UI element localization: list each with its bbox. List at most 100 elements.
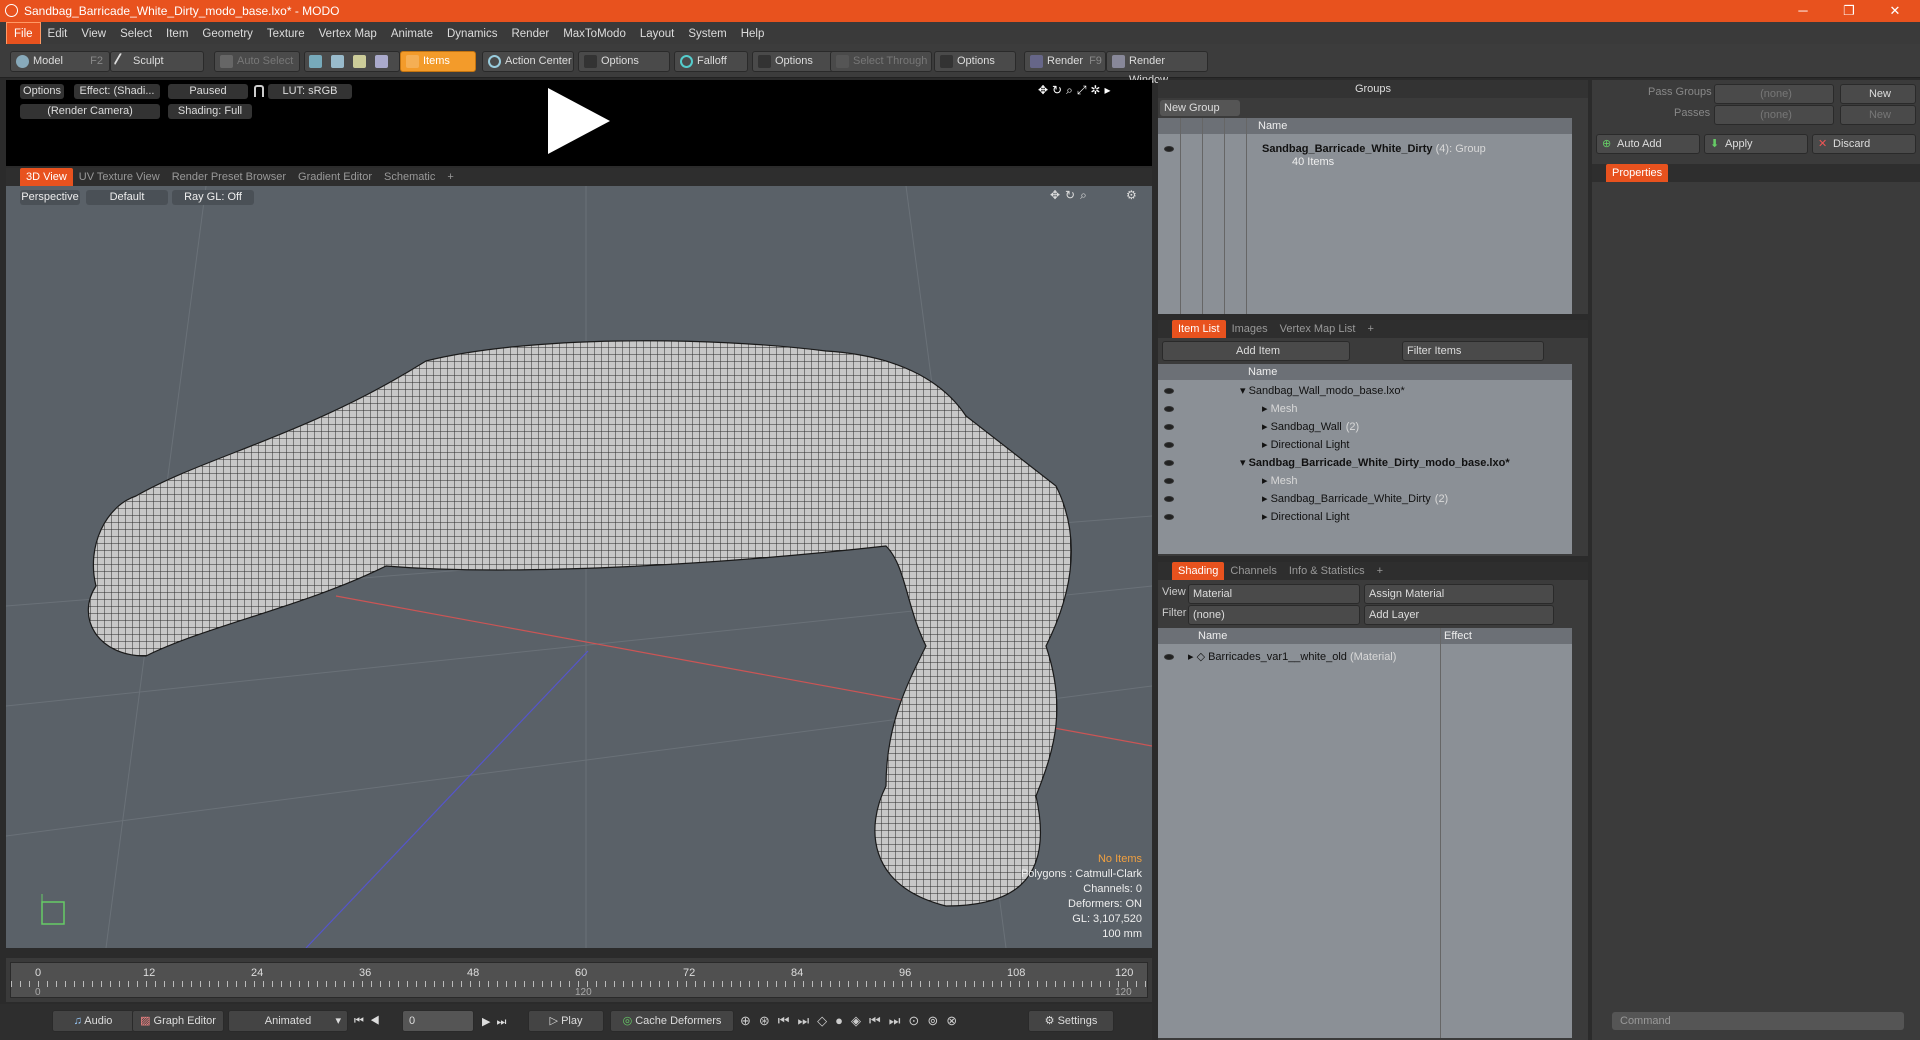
3d-viewport[interactable]: Perspective Default Ray GL: Off ✥↻⌕ ⚙ No… xyxy=(6,186,1152,948)
preview-lut-dropdown[interactable]: LUT: sRGB xyxy=(268,84,352,99)
tab-channels[interactable]: Channels xyxy=(1224,562,1282,580)
item-row[interactable]: ▸ Mesh xyxy=(1262,472,1297,490)
preview-nav-icons[interactable]: ✥↻⌕⤢✲▸ xyxy=(1038,83,1115,98)
tab-gradient-editor[interactable]: Gradient Editor xyxy=(292,168,378,186)
preview-shading-dropdown[interactable]: Shading: Full xyxy=(168,104,252,119)
render-window-button[interactable]: Render Window xyxy=(1106,51,1208,86)
menu-render[interactable]: Render xyxy=(504,23,556,45)
menu-maxtomodo[interactable]: MaxToModo xyxy=(556,23,633,45)
material-mode-icon[interactable] xyxy=(375,55,388,68)
frame-input[interactable]: 0 xyxy=(402,1010,474,1032)
item-visibility-icon[interactable] xyxy=(1164,418,1174,436)
item-visibility-icon[interactable] xyxy=(1164,454,1174,472)
material-visibility-icon[interactable] xyxy=(1164,648,1174,666)
add-tab-button[interactable]: + xyxy=(1371,562,1389,580)
perspective-dropdown[interactable]: Perspective xyxy=(20,190,80,205)
preview-effect-dropdown[interactable]: Effect: (Shadi... xyxy=(74,84,160,99)
key-tools-icons[interactable]: ⊕⊛⏮⏭◇●◈⏮⏭⊙⊚⊗ xyxy=(740,1013,965,1029)
minimize-button[interactable]: ─ xyxy=(1780,0,1826,22)
item-visibility-icon[interactable] xyxy=(1164,400,1174,418)
graph-editor-button[interactable]: ▨ Graph Editor xyxy=(132,1010,224,1032)
render-button[interactable]: Render F9 xyxy=(1024,51,1106,72)
auto-add-button[interactable]: ⊕ Auto Add xyxy=(1596,134,1700,154)
tab-uv-texture-view[interactable]: UV Texture View xyxy=(73,168,166,186)
add-item-dropdown[interactable]: Add Item xyxy=(1162,341,1350,361)
item-visibility-icon[interactable] xyxy=(1164,490,1174,508)
menu-dynamics[interactable]: Dynamics xyxy=(440,23,504,45)
add-tab-button[interactable]: + xyxy=(1361,320,1379,338)
viewport-settings-icon[interactable]: ⚙ xyxy=(1126,188,1137,202)
item-visibility-icon[interactable] xyxy=(1164,472,1174,490)
sculpt-mode-button[interactable]: Sculpt xyxy=(110,51,204,72)
items-mode-button[interactable]: Items xyxy=(400,51,476,72)
skip-back-icons[interactable]: ⏮◀ xyxy=(354,1015,386,1028)
sandbag-barricade-model[interactable] xyxy=(87,340,1072,907)
preview-camera-dropdown[interactable]: (Render Camera) xyxy=(20,104,160,119)
preview-options-button[interactable]: Options xyxy=(20,84,64,99)
group-visibility-icon[interactable] xyxy=(1164,140,1174,158)
audio-button[interactable]: ♫ Audio xyxy=(52,1010,134,1032)
edge-mode-icon[interactable] xyxy=(331,55,344,68)
passes-dropdown[interactable]: (none) xyxy=(1714,105,1834,125)
tab-images[interactable]: Images xyxy=(1226,320,1274,338)
item-row[interactable]: ▸ Directional Light xyxy=(1262,508,1349,526)
tab-info-statistics[interactable]: Info & Statistics xyxy=(1283,562,1371,580)
polygon-mode-icon[interactable] xyxy=(353,55,366,68)
item-row[interactable]: ▾ Sandbag_Barricade_White_Dirty_modo_bas… xyxy=(1240,454,1510,472)
restore-button[interactable]: ❐ xyxy=(1826,0,1872,22)
new-pass-button[interactable]: New xyxy=(1840,105,1916,125)
filter-dropdown[interactable]: (none) xyxy=(1188,605,1360,625)
new-pass-group-button[interactable]: New xyxy=(1840,84,1916,104)
menu-select[interactable]: Select xyxy=(113,23,159,45)
material-row[interactable]: ▸ ◇ Barricades_var1__white_old (Material… xyxy=(1188,648,1438,666)
preview-paused-button[interactable]: Paused xyxy=(168,84,248,99)
close-button[interactable]: ✕ xyxy=(1872,0,1918,22)
falloff-button[interactable]: Falloff xyxy=(674,51,748,72)
viewport-nav-icons[interactable]: ✥↻⌕ xyxy=(1050,188,1092,203)
skip-forward-icons[interactable]: ▶⏭ xyxy=(482,1015,512,1029)
tab-render-preset-browser[interactable]: Render Preset Browser xyxy=(166,168,292,186)
add-tab-button[interactable]: + xyxy=(441,168,459,186)
menu-vertex-map[interactable]: Vertex Map xyxy=(312,23,384,45)
item-visibility-icon[interactable] xyxy=(1164,382,1174,400)
tab-properties[interactable]: Properties xyxy=(1606,164,1669,182)
action-center-options-button[interactable]: Options xyxy=(578,51,670,72)
cache-deformers-button[interactable]: ◎ Cache Deformers xyxy=(610,1010,734,1032)
falloff-options-button[interactable]: Options xyxy=(752,51,834,72)
menu-layout[interactable]: Layout xyxy=(633,23,682,45)
menu-edit[interactable]: Edit xyxy=(41,23,75,45)
menu-texture[interactable]: Texture xyxy=(260,23,312,45)
pass-groups-dropdown[interactable]: (none) xyxy=(1714,84,1834,104)
add-layer-dropdown[interactable]: Add Layer xyxy=(1364,605,1554,625)
model-mode-button[interactable]: Model F2 xyxy=(10,51,110,72)
filter-items-input[interactable]: Filter Items xyxy=(1402,341,1544,361)
new-group-button[interactable]: New Group xyxy=(1160,100,1240,116)
default-style-dropdown[interactable]: Default xyxy=(86,190,168,205)
timeline-ruler[interactable]: 0 12 24 36 48 60 72 84 96 108 120 0 120 … xyxy=(10,962,1148,998)
item-row[interactable]: ▾ Sandbag_Wall_modo_base.lxo* xyxy=(1240,382,1405,400)
tab-schematic[interactable]: Schematic xyxy=(378,168,441,186)
vertex-mode-icon[interactable] xyxy=(309,55,322,68)
item-visibility-icon[interactable] xyxy=(1164,508,1174,526)
menu-item[interactable]: Item xyxy=(159,23,195,45)
animated-dropdown[interactable]: Animated ▾ xyxy=(228,1010,348,1032)
item-row[interactable]: ▸ Sandbag_Barricade_White_Dirty (2) xyxy=(1262,490,1448,508)
action-center-button[interactable]: Action Center xyxy=(482,51,574,72)
tab-item-list[interactable]: Item List xyxy=(1172,320,1226,338)
discard-button[interactable]: ✕ Discard xyxy=(1812,134,1916,154)
tab-shading[interactable]: Shading xyxy=(1172,562,1225,580)
timeline[interactable]: 0 12 24 36 48 60 72 84 96 108 120 0 120 … xyxy=(6,958,1152,1002)
play-preview-icon[interactable] xyxy=(548,88,610,154)
menu-file[interactable]: File xyxy=(6,22,41,46)
menu-view[interactable]: View xyxy=(74,23,113,45)
tab-3d-view[interactable]: 3D View xyxy=(20,168,73,186)
menu-animate[interactable]: Animate xyxy=(384,23,440,45)
apply-button[interactable]: ⬇ Apply xyxy=(1704,134,1808,154)
menu-help[interactable]: Help xyxy=(734,23,772,45)
menu-geometry[interactable]: Geometry xyxy=(195,23,260,45)
tab-vertex-map-list[interactable]: Vertex Map List xyxy=(1274,320,1362,338)
menu-system[interactable]: System xyxy=(681,23,733,45)
select-through-options-button[interactable]: Options xyxy=(934,51,1016,72)
raygl-toggle[interactable]: Ray GL: Off xyxy=(172,190,254,205)
assign-material-button[interactable]: Assign Material xyxy=(1364,584,1554,604)
